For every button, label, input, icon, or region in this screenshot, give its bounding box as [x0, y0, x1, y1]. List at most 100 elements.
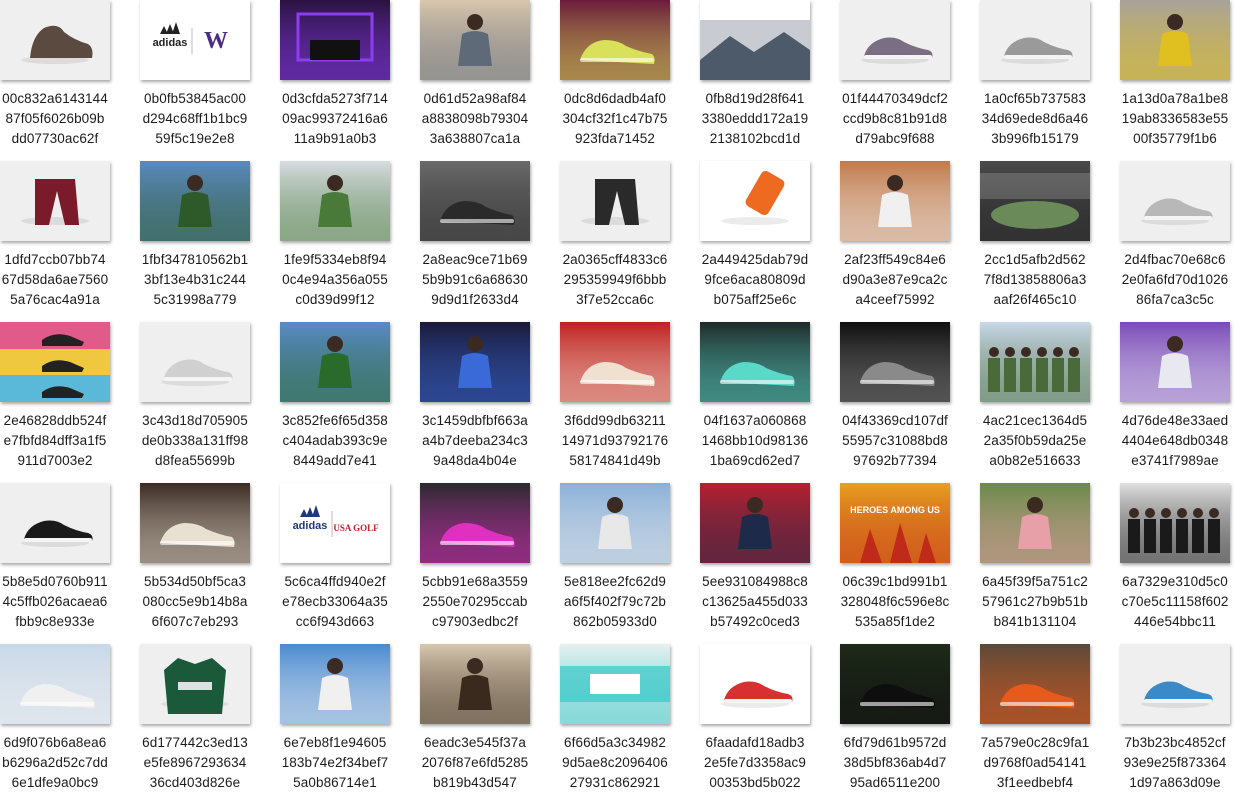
file-name[interactable]: 1a13d0a78a1be8 19ab8336583e55 00f35779f1b6: [1103, 89, 1234, 149]
file-name[interactable]: 3c852fe6f65d358 c404adab393c9e 8449add7e41: [263, 411, 407, 471]
file-item[interactable]: 2e46828ddb524f e7fbfd84dff3a1f5 911d7003e2: [0, 322, 140, 482]
file-name[interactable]: 7a579e0c28c9fa1 d9768f0ad54141 3f1eedbebf4: [963, 733, 1107, 793]
file-thumbnail[interactable]: adidas W: [140, 0, 250, 80]
file-item[interactable]: adidas W 0b0fb53845ac00 d294c68ff1b1bc9 59f5…: [140, 0, 280, 160]
file-name[interactable]: 5cbb91e68a3559 2550e70295ccab c97903edbc2f: [403, 572, 547, 632]
file-item[interactable]: 6d9f076b6a8ea6 b6296a2d52c7dd 6e1dfe9a0bc9: [0, 644, 140, 804]
file-item[interactable]: 2a0365cff4833c6 295359949f6bbb 3f7e52cca6c: [560, 161, 700, 321]
file-thumbnail[interactable]: [1120, 0, 1230, 80]
file-item[interactable]: 0fb8d19d28f641 3380eddd172a19 2138102bcd1d: [700, 0, 840, 160]
file-thumbnail[interactable]: [0, 0, 110, 80]
file-thumbnail[interactable]: [560, 483, 670, 563]
file-thumbnail[interactable]: [1120, 322, 1230, 402]
file-thumbnail[interactable]: HEROES AMONG US: [840, 483, 950, 563]
file-thumbnail[interactable]: [1120, 483, 1230, 563]
file-name[interactable]: 3c1459dbfbf663a a4b7deeba234c3 9a48da4b04e: [403, 411, 547, 471]
file-item[interactable]: HEROES AMONG US 06c39c1bd991b1 328048f6c59…: [840, 483, 980, 643]
file-item[interactable]: 5cbb91e68a3559 2550e70295ccab c97903edbc2f: [420, 483, 560, 643]
file-item[interactable]: 5b8e5d0760b911 4c5ffb026acaea6 fbb9c8e933e: [0, 483, 140, 643]
file-name[interactable]: 5b534d50bf5ca3 080cc5e9b14b8a 6f607c7eb293: [123, 572, 267, 632]
file-item[interactable]: 5e818ee2fc62d9 a6f5f402f79c72b 862b05933d0: [560, 483, 700, 643]
file-item[interactable]: 0dc8d6dadb4af0 304cf32f1c47b75 923fda71452: [560, 0, 700, 160]
file-item[interactable]: 00c832a6143144 87f05f6026b09b dd07730ac62f: [0, 0, 140, 160]
file-item[interactable]: 1a0cf65b737583 34d69ede8d6a46 3b996fb15179: [980, 0, 1120, 160]
file-item[interactable]: 7b3b23bc4852cf 93e9e25f873364 1d97a863d09e: [1120, 644, 1234, 804]
file-name[interactable]: 0b0fb53845ac00 d294c68ff1b1bc9 59f5c19e2e8: [123, 89, 267, 149]
file-thumbnail[interactable]: [0, 322, 110, 402]
file-thumbnail[interactable]: [0, 483, 110, 563]
file-name[interactable]: 3c43d18d705905 de0b338a131ff98 d8fea55699b: [123, 411, 267, 471]
file-item[interactable]: adidas USA GOLF 5c6ca4ffd940e2f e78ecb33064…: [280, 483, 420, 643]
file-name[interactable]: 0dc8d6dadb4af0 304cf32f1c47b75 923fda71452: [543, 89, 687, 149]
file-thumbnail[interactable]: [840, 161, 950, 241]
file-name[interactable]: 6faadafd18adb3 2e5fe7d3358ac9 00353bd5b022: [683, 733, 827, 793]
file-name[interactable]: 04f1637a060868 1468bb10d98136 1ba69cd62ed7: [683, 411, 827, 471]
file-thumbnail[interactable]: [420, 483, 530, 563]
file-thumbnail[interactable]: [700, 644, 810, 724]
file-item[interactable]: 2cc1d5afb2d562 7f8d13858806a3 aaf26f465c10: [980, 161, 1120, 321]
file-name[interactable]: 6a7329e310d5c0 c70e5c11158f602 446e54bbc11: [1103, 572, 1234, 632]
file-thumbnail[interactable]: [0, 644, 110, 724]
file-thumbnail[interactable]: [140, 161, 250, 241]
file-name[interactable]: 5c6ca4ffd940e2f e78ecb33064a35 cc6f943d663: [263, 572, 407, 632]
file-thumbnail[interactable]: [140, 644, 250, 724]
file-item[interactable]: 6a7329e310d5c0 c70e5c11158f602 446e54bbc11: [1120, 483, 1234, 643]
file-thumbnail[interactable]: [560, 644, 670, 724]
file-name[interactable]: 5b8e5d0760b911 4c5ffb026acaea6 fbb9c8e933e: [0, 572, 127, 632]
file-thumbnail[interactable]: [980, 644, 1090, 724]
file-name[interactable]: 04f43369cd107df 55957c31088bd8 97692b77394: [823, 411, 967, 471]
file-thumbnail[interactable]: [140, 483, 250, 563]
file-item[interactable]: 6f66d5a3c34982 9d5ae8c2096406 27931c862921: [560, 644, 700, 804]
file-item[interactable]: 2a449425dab79d 9fce6aca80809d b075aff25e6c: [700, 161, 840, 321]
file-thumbnail[interactable]: [700, 322, 810, 402]
file-name[interactable]: 5ee931084988c8 c13625a455d033 b57492c0ced3: [683, 572, 827, 632]
file-name[interactable]: 7b3b23bc4852cf 93e9e25f873364 1d97a863d09e: [1103, 733, 1234, 793]
file-name[interactable]: 1a0cf65b737583 34d69ede8d6a46 3b996fb15179: [963, 89, 1107, 149]
file-thumbnail[interactable]: [700, 0, 810, 80]
file-name[interactable]: 6a45f39f5a751c2 57961c27b9b51b b841b131104: [963, 572, 1107, 632]
file-item[interactable]: 0d61d52a98af84 a8838098b79304 3a638807ca1a: [420, 0, 560, 160]
file-name[interactable]: 2e46828ddb524f e7fbfd84dff3a1f5 911d7003e2: [0, 411, 127, 471]
file-thumbnail[interactable]: [560, 322, 670, 402]
file-name[interactable]: 3f6dd99db63211 14971d93792176 58174841d49b: [543, 411, 687, 471]
file-item[interactable]: 3c852fe6f65d358 c404adab393c9e 8449add7e41: [280, 322, 420, 482]
file-thumbnail[interactable]: [280, 161, 390, 241]
file-thumbnail[interactable]: [840, 0, 950, 80]
file-item[interactable]: 6e7eb8f1e94605 183b74e2f34bef7 5a0b86714e1: [280, 644, 420, 804]
file-thumbnail[interactable]: [980, 483, 1090, 563]
file-thumbnail[interactable]: [280, 0, 390, 80]
file-thumbnail[interactable]: [700, 483, 810, 563]
file-item[interactable]: 2af23ff549c84e6 d90a3e87e9ca2c a4ceef75992: [840, 161, 980, 321]
file-thumbnail[interactable]: [280, 322, 390, 402]
file-name[interactable]: 1fe9f5334eb8f94 0c4e94a356a055 c0d39d99f12: [263, 250, 407, 310]
file-item[interactable]: 3f6dd99db63211 14971d93792176 58174841d49b: [560, 322, 700, 482]
file-item[interactable]: 6fd79d61b9572d 38d5bf836ab4d7 95ad6511e200: [840, 644, 980, 804]
file-item[interactable]: 6d177442c3ed13 e5fe8967293634 36cd403d826e: [140, 644, 280, 804]
file-thumbnail[interactable]: [840, 644, 950, 724]
file-thumbnail[interactable]: [980, 322, 1090, 402]
file-thumbnail[interactable]: [420, 0, 530, 80]
file-item[interactable]: 04f1637a060868 1468bb10d98136 1ba69cd62ed7: [700, 322, 840, 482]
file-name[interactable]: 6d9f076b6a8ea6 b6296a2d52c7dd 6e1dfe9a0bc9: [0, 733, 127, 793]
file-thumbnail[interactable]: [420, 322, 530, 402]
file-thumbnail[interactable]: [420, 161, 530, 241]
file-item[interactable]: 1dfd7ccb07bb74 67d58da6ae7560 5a76cac4a91a: [0, 161, 140, 321]
file-name[interactable]: 6fd79d61b9572d 38d5bf836ab4d7 95ad6511e200: [823, 733, 967, 793]
file-item[interactable]: 01f44470349dcf2 ccd9b8c81b91d8 d79abc9f688: [840, 0, 980, 160]
file-name[interactable]: 2d4fbac70e68c6 2e0fa6fd70d1026 86fa7ca3c5c: [1103, 250, 1234, 310]
file-thumbnail[interactable]: [0, 161, 110, 241]
file-name[interactable]: 6f66d5a3c34982 9d5ae8c2096406 27931c862921: [543, 733, 687, 793]
file-item[interactable]: 3c1459dbfbf663a a4b7deeba234c3 9a48da4b04e: [420, 322, 560, 482]
file-item[interactable]: 6a45f39f5a751c2 57961c27b9b51b b841b131104: [980, 483, 1120, 643]
file-name[interactable]: 6e7eb8f1e94605 183b74e2f34bef7 5a0b86714e1: [263, 733, 407, 793]
file-name[interactable]: 6eadc3e545f37a 2076f87e6fd5285 b819b43d547: [403, 733, 547, 793]
file-name[interactable]: 0d3cfda5273f714 09ac99372416a6 11a9b91a0b3: [263, 89, 407, 149]
file-thumbnail[interactable]: adidas USA GOLF: [280, 483, 390, 563]
file-name[interactable]: 2a0365cff4833c6 295359949f6bbb 3f7e52cca6c: [543, 250, 687, 310]
file-thumbnail[interactable]: [560, 161, 670, 241]
file-thumbnail[interactable]: [140, 322, 250, 402]
file-name[interactable]: 2cc1d5afb2d562 7f8d13858806a3 aaf26f465c10: [963, 250, 1107, 310]
file-name[interactable]: 0fb8d19d28f641 3380eddd172a19 2138102bcd1d: [683, 89, 827, 149]
file-item[interactable]: 0d3cfda5273f714 09ac99372416a6 11a9b91a0b3: [280, 0, 420, 160]
file-name[interactable]: 1dfd7ccb07bb74 67d58da6ae7560 5a76cac4a91a: [0, 250, 127, 310]
